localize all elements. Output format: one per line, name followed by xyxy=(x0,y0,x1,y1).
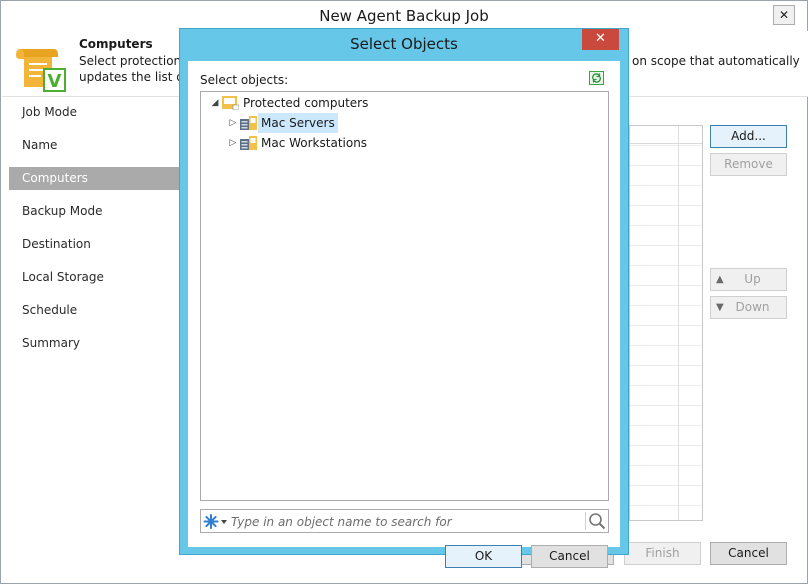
remove-button[interactable]: Remove xyxy=(710,153,787,176)
refresh-icon[interactable] xyxy=(589,71,604,85)
down-button[interactable]: ▼ Down xyxy=(710,296,787,319)
svg-text:V: V xyxy=(48,71,62,92)
mac-servers-icon xyxy=(240,116,257,130)
expand-triangle-icon[interactable]: ▷ xyxy=(227,133,239,153)
arrow-up-icon: ▲ xyxy=(716,274,724,285)
cancel-button[interactable]: Cancel xyxy=(710,542,787,565)
header-title: Computers xyxy=(79,37,153,51)
scroll-check-icon: V xyxy=(16,49,66,92)
computers-list[interactable] xyxy=(629,125,703,521)
tree-label-protected-computers: Protected computers xyxy=(243,96,369,110)
search-input[interactable] xyxy=(231,512,581,531)
dialog-title: Select Objects xyxy=(350,35,458,53)
ok-button[interactable]: OK xyxy=(445,545,522,568)
step-computers[interactable]: Computers xyxy=(9,167,181,190)
step-schedule[interactable]: Schedule xyxy=(1,299,181,322)
objects-tree[interactable]: ◢ Protected computers ▷ Mac Servers ▷ Ma… xyxy=(200,91,609,501)
header-description-tail: on scope that automatically xyxy=(632,54,800,68)
up-button-label: Up xyxy=(744,272,761,286)
mac-workstations-icon xyxy=(240,136,257,150)
step-name[interactable]: Name xyxy=(1,134,181,157)
search-icon[interactable] xyxy=(588,512,606,530)
step-local-storage[interactable]: Local Storage xyxy=(1,266,181,289)
window-title: New Agent Backup Job xyxy=(319,7,489,25)
expand-triangle-icon[interactable]: ▷ xyxy=(227,113,239,133)
dialog-close-icon[interactable]: ✕ xyxy=(582,29,619,50)
tree-label-mac-servers: Mac Servers xyxy=(258,113,338,133)
collapse-triangle-icon[interactable]: ◢ xyxy=(209,93,221,113)
down-button-label: Down xyxy=(735,300,770,314)
add-button[interactable]: Add... xyxy=(710,125,787,148)
list-header xyxy=(630,126,702,144)
protected-computers-icon xyxy=(222,96,239,110)
main-titlebar: New Agent Backup Job ✕ xyxy=(1,1,807,31)
dialog-body: Select objects: ◢ Protected computers ▷ xyxy=(188,61,620,568)
search-separator xyxy=(585,512,586,530)
step-backup-mode[interactable]: Backup Mode xyxy=(1,200,181,223)
search-box xyxy=(200,509,609,533)
header-description: Select protection g xyxy=(79,54,193,68)
select-objects-dialog: Select Objects ✕ Select objects: ◢ Prote… xyxy=(179,28,629,568)
close-icon[interactable]: ✕ xyxy=(773,5,795,25)
select-objects-label: Select objects: xyxy=(200,73,289,87)
step-destination[interactable]: Destination xyxy=(1,233,181,256)
dialog-cancel-button[interactable]: Cancel xyxy=(531,545,608,568)
wizard-steps: Job Mode Name Computers Backup Mode Dest… xyxy=(1,101,181,365)
up-button[interactable]: ▲ Up xyxy=(710,268,787,291)
finish-button[interactable]: Finish xyxy=(624,542,701,565)
tree-label-mac-workstations: Mac Workstations xyxy=(261,136,368,150)
arrow-down-icon: ▼ xyxy=(716,302,724,313)
search-scope-dropdown-icon[interactable] xyxy=(203,513,229,530)
step-job-mode[interactable]: Job Mode xyxy=(1,101,181,124)
step-summary[interactable]: Summary xyxy=(1,332,181,355)
